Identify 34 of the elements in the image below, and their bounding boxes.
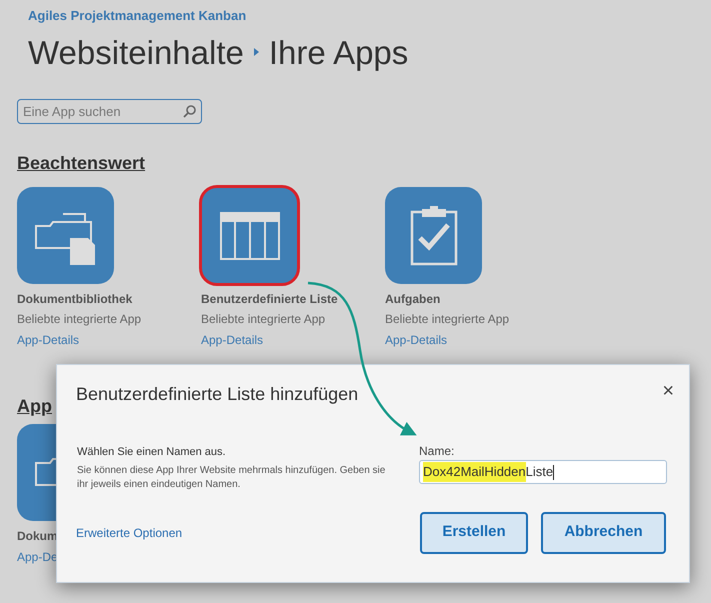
app-name: Dokum (17, 528, 58, 545)
app-name: Benutzerdefinierte Liste (201, 291, 339, 308)
app-details-link[interactable]: App-Details (385, 331, 448, 349)
close-button[interactable]: × (662, 381, 674, 401)
advanced-options-link[interactable]: Erweiterte Optionen (76, 524, 420, 542)
name-input-field[interactable]: Dox42MailHiddenListe (419, 460, 667, 484)
app-details-link[interactable]: App-De (17, 548, 58, 566)
create-button[interactable]: Erstellen (420, 512, 528, 554)
dialog-title: Benutzerdefinierte Liste hinzufügen (76, 383, 358, 406)
page-heading[interactable]: Websiteinhalte (28, 28, 244, 77)
app-subtitle: Beliebte integrierte App (385, 311, 510, 328)
search-icon[interactable] (183, 105, 196, 118)
table-icon (220, 212, 280, 260)
page-heading: Ihre Apps (268, 32, 408, 73)
app-details-link[interactable]: App-Details (17, 331, 80, 349)
cancel-button[interactable]: Abbrechen (541, 512, 666, 554)
app-tile[interactable] (17, 187, 114, 284)
description-text: Sie können diese App Ihrer Website mehrmals hinzufügen. Geben sie ihr jeweils einen eindeutigen Namen. (77, 464, 386, 492)
app-tile[interactable] (201, 187, 298, 284)
text-cursor (553, 464, 554, 480)
app-subtitle: Beliebte integrierte App (201, 311, 326, 328)
app-tile[interactable] (385, 187, 482, 284)
site-title[interactable]: Agiles Projektmanagement Kanban (28, 6, 711, 26)
section-heading: Beachtenswert (17, 152, 146, 175)
breadcrumb-arrow-icon (254, 48, 259, 56)
app-subtitle: Beliebte integrierte App (17, 311, 142, 328)
app-details-link[interactable]: App-Details (201, 331, 264, 349)
app-name: Aufgaben (385, 291, 442, 308)
search-field[interactable]: Eine App suchen (17, 99, 202, 124)
app-name: Dokumentbibliothek (17, 291, 134, 308)
section-heading: App (17, 395, 52, 418)
field-label: Name: (419, 443, 456, 460)
prompt-text: Wählen Sie einen Namen aus. (77, 445, 227, 460)
clipboard-check-icon (410, 206, 458, 266)
